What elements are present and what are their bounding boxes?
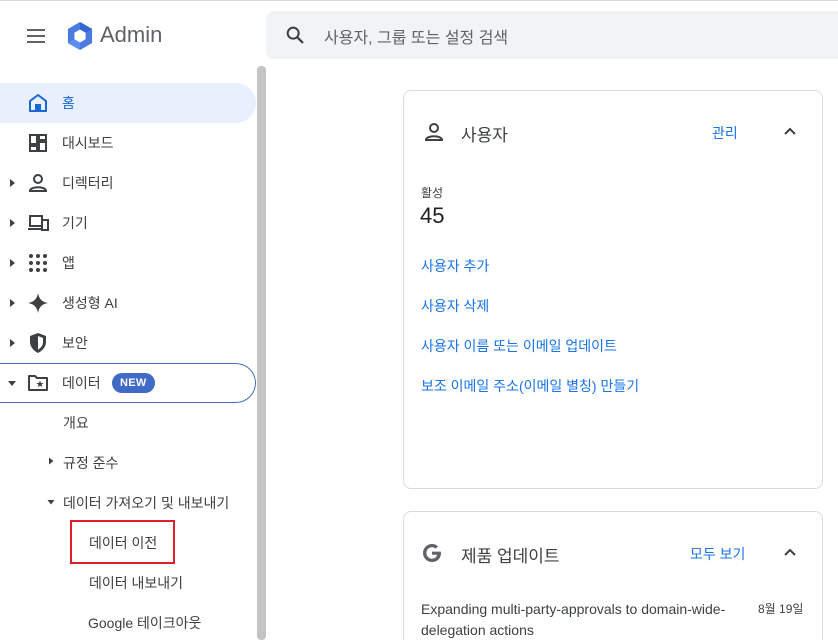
sidebar-item-security[interactable]: 보안 bbox=[0, 323, 256, 363]
sidebar-scrollbar[interactable] bbox=[257, 66, 266, 640]
add-user-link[interactable]: 사용자 추가 bbox=[421, 256, 489, 276]
caret-right-icon[interactable] bbox=[8, 178, 16, 188]
sidebar-subitem-data-export[interactable]: 데이터 내보내기 bbox=[89, 573, 183, 593]
sidebar-subitem-google-takeout[interactable]: Google 테이크아웃 bbox=[88, 613, 201, 633]
users-card-title: 사용자 bbox=[461, 126, 508, 145]
devices-icon bbox=[26, 211, 50, 235]
sidebar-item-dashboard[interactable]: 대시보드 bbox=[0, 123, 256, 163]
create-email-alias-link[interactable]: 보조 이메일 주소(이메일 별칭) 만들기 bbox=[421, 376, 639, 396]
caret-right-icon[interactable] bbox=[8, 338, 16, 348]
search-bar[interactable]: 사용자, 그룹 또는 설정 검색 bbox=[266, 11, 838, 59]
update-user-name-email-link[interactable]: 사용자 이름 또는 이메일 업데이트 bbox=[421, 336, 617, 356]
caret-right-icon[interactable] bbox=[8, 218, 16, 228]
person-icon bbox=[424, 123, 444, 141]
sidebar-item-label: 기기 bbox=[62, 215, 88, 231]
main-menu-button[interactable] bbox=[22, 22, 50, 50]
highlight-annotation-box bbox=[70, 520, 175, 564]
users-card: 사용자 관리 활성 45 사용자 추가 사용자 삭제 사용자 이름 또는 이메일… bbox=[403, 90, 823, 489]
sidebar-subitem-compliance[interactable]: 규정 준수 bbox=[63, 453, 118, 473]
sidebar-item-label: 디렉터리 bbox=[62, 175, 114, 191]
sidebar-item-label: 생성형 AI bbox=[62, 295, 118, 311]
caret-right-icon[interactable] bbox=[47, 457, 55, 465]
active-users-label: 활성 bbox=[421, 186, 444, 200]
caret-down-icon[interactable] bbox=[7, 379, 17, 387]
folder-star-icon bbox=[26, 371, 50, 395]
caret-down-icon[interactable] bbox=[47, 498, 55, 506]
product-updates-card: 제품 업데이트 모두 보기 Expanding multi-party-appr… bbox=[403, 511, 823, 640]
chevron-up-icon[interactable] bbox=[782, 544, 798, 560]
sidebar-item-apps[interactable]: 앱 bbox=[0, 243, 256, 283]
sparkle-icon bbox=[26, 291, 50, 315]
new-badge: NEW bbox=[112, 373, 155, 393]
admin-logo-icon bbox=[67, 22, 93, 50]
delete-user-link[interactable]: 사용자 삭제 bbox=[421, 296, 489, 316]
product-updates-title: 제품 업데이트 bbox=[461, 547, 560, 566]
update-item-title[interactable]: Expanding multi-party-approvals to domai… bbox=[421, 599, 741, 640]
person-icon bbox=[26, 171, 50, 195]
google-g-icon bbox=[423, 544, 441, 562]
view-all-updates-link[interactable]: 모두 보기 bbox=[690, 544, 745, 564]
update-item-date: 8월 19일 bbox=[758, 602, 804, 616]
sidebar-item-label: 홈 bbox=[62, 95, 75, 111]
sidebar-item-generative-ai[interactable]: 생성형 AI bbox=[0, 283, 256, 323]
active-users-count: 45 bbox=[420, 203, 445, 228]
search-icon[interactable] bbox=[284, 24, 306, 46]
dashboard-icon bbox=[26, 131, 50, 155]
sidebar-item-data[interactable]: 데이터 NEW bbox=[0, 363, 256, 403]
caret-right-icon[interactable] bbox=[8, 258, 16, 268]
sidebar-item-label: 대시보드 bbox=[62, 135, 114, 151]
sidebar-item-label: 앱 bbox=[62, 255, 75, 271]
chevron-up-icon[interactable] bbox=[782, 123, 798, 139]
manage-users-link[interactable]: 관리 bbox=[712, 123, 738, 143]
apps-grid-icon bbox=[26, 251, 50, 275]
shield-icon bbox=[26, 331, 50, 355]
top-divider bbox=[0, 0, 838, 1]
home-icon bbox=[26, 91, 50, 115]
sidebar-item-directory[interactable]: 디렉터리 bbox=[0, 163, 256, 203]
app-brand[interactable]: Admin bbox=[100, 22, 162, 48]
sidebar-item-label: 보안 bbox=[62, 335, 88, 351]
sidebar-subitem-import-export[interactable]: 데이터 가져오기 및 내보내기 bbox=[63, 493, 229, 513]
caret-right-icon[interactable] bbox=[8, 298, 16, 308]
search-input[interactable]: 사용자, 그룹 또는 설정 검색 bbox=[324, 24, 508, 48]
sidebar-item-label: 데이터 bbox=[62, 375, 101, 391]
sidebar-item-home[interactable]: 홈 bbox=[0, 83, 256, 123]
sidebar-item-devices[interactable]: 기기 bbox=[0, 203, 256, 243]
sidebar-subitem-overview[interactable]: 개요 bbox=[63, 413, 89, 433]
